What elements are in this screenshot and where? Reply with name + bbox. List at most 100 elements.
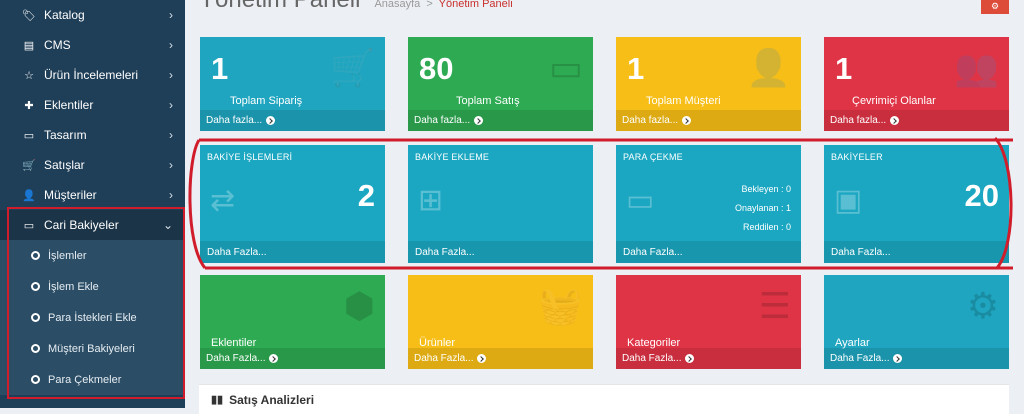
chevron-right-icon: › <box>169 98 173 112</box>
chevron-right-icon: › <box>169 68 173 82</box>
submenu-item-label: Müşteri Bakiyeleri <box>48 342 135 355</box>
credit-card-icon: ▭ <box>626 184 655 217</box>
more-link[interactable]: Daha Fazla... <box>616 348 801 369</box>
sidebar-item-label: CMS <box>44 38 71 52</box>
more-link[interactable]: Daha Fazla... <box>616 241 801 263</box>
sidebar-item-urun-incelemeleri[interactable]: ☆ Ürün İncelemeleri › <box>0 60 185 90</box>
sidebar-item-satislar[interactable]: 🛒 Satışlar › <box>0 150 185 180</box>
book-icon: ▤ <box>23 39 35 52</box>
sidebar-item-katalog[interactable]: 🏷 Katalog › <box>0 0 185 30</box>
basket-icon: 🧺 <box>538 285 583 326</box>
sidebar-item-cms[interactable]: ▤ CMS › <box>0 30 185 60</box>
sidebar: 🏷 Katalog › ▤ CMS › ☆ Ürün İncelemeleri … <box>0 0 185 408</box>
puzzle-icon: ✚ <box>24 99 34 112</box>
star-icon: ☆ <box>24 69 34 82</box>
submenu-item-islem-ekle[interactable]: İşlem Ekle <box>0 271 185 302</box>
widget-title: PARA ÇEKME <box>623 152 683 162</box>
sidebar-item-label: Satışlar <box>44 158 85 172</box>
submenu-item-musteri-bakiyeleri[interactable]: Müşteri Bakiyeleri <box>0 333 185 364</box>
more-link-label: Daha fazla... <box>830 115 887 126</box>
shortcut-ayarlar[interactable]: ⚙ Ayarlar Daha Fazla... <box>824 275 1009 369</box>
widget-title: BAKİYELER <box>831 152 883 162</box>
submenu-item-label: İşlemler <box>48 249 87 262</box>
more-link-label: Daha fazla... <box>622 115 679 126</box>
more-link[interactable]: Daha fazla... <box>616 110 801 131</box>
chevron-down-icon: ⌄ <box>162 218 173 232</box>
user-icon: 👤 <box>22 189 36 202</box>
exchange-icon: ⇄ <box>210 184 236 217</box>
widget-bakiye-islemleri: BAKİYE İŞLEMLERİ ⇄ 2 Daha Fazla... <box>200 145 385 263</box>
sidebar-item-eklentiler[interactable]: ✚ Eklentiler › <box>0 90 185 120</box>
arrow-circle-right-icon <box>682 116 692 125</box>
breadcrumb-separator: > <box>426 0 433 10</box>
submenu-item-islemler[interactable]: İşlemler <box>0 240 185 271</box>
credit-card-icon: ▭ <box>23 219 35 232</box>
list-icon: ☰ <box>758 285 791 326</box>
more-link[interactable]: Daha Fazla... <box>200 241 385 263</box>
users-icon: 👥 <box>954 47 999 88</box>
more-link-label: Daha Fazla... <box>414 353 474 364</box>
widget-value: 20 <box>964 178 999 213</box>
more-link[interactable]: Daha fazla... <box>824 110 1009 131</box>
sidebar-item-label: Tasarım <box>44 128 87 142</box>
more-link[interactable]: Daha fazla... <box>408 110 593 131</box>
stat-box-cevrimici-olanlar: 1 👥 Çevrimiçi Olanlar Daha fazla... <box>824 37 1009 131</box>
more-link[interactable]: Daha fazla... <box>200 110 385 131</box>
power-icon: ⚙ <box>990 1 1000 11</box>
stat-label: Toplam Müşteri <box>646 95 721 107</box>
arrow-circle-right-icon <box>474 116 484 125</box>
chevron-right-icon: › <box>169 128 173 142</box>
submenu-item-label: Para İstekleri Ekle <box>48 311 137 324</box>
stat-value: 1 <box>835 51 853 86</box>
stat-reddilen: Reddilen : 0 <box>742 222 791 232</box>
money-icon: ▣ <box>834 184 863 217</box>
circle-icon <box>31 282 40 291</box>
arrow-circle-right-icon <box>477 354 487 363</box>
more-link[interactable]: Daha Fazla... <box>408 348 593 369</box>
sales-analytics-panel: ▮▮ Satış Analizleri <box>199 384 1009 414</box>
arrow-circle-right-icon <box>266 116 276 125</box>
breadcrumb-home[interactable]: Anasayfa <box>374 0 420 10</box>
more-link-label: Daha Fazla... <box>830 353 890 364</box>
stat-label: Toplam Sipariş <box>230 95 303 107</box>
shortcut-kategoriler[interactable]: ☰ Kategoriler Daha Fazla... <box>616 275 801 369</box>
stat-label: Toplam Satış <box>456 95 520 107</box>
header-action-button[interactable]: ⚙ <box>981 0 1009 14</box>
cubes-icon: ⬢ <box>343 285 375 326</box>
sidebar-item-label: Katalog <box>44 8 85 22</box>
circle-icon <box>31 344 40 353</box>
arrow-circle-right-icon <box>269 354 279 363</box>
submenu-item-label: Para Çekmeler <box>48 373 122 386</box>
widget-title: BAKİYE EKLEME <box>415 152 490 162</box>
sidebar-item-musteriler[interactable]: 👤 Müşteriler › <box>0 180 185 210</box>
desktop-icon: ▭ <box>23 129 35 142</box>
widget-bakiyeler: BAKİYELER ▣ 20 Daha Fazla... <box>824 145 1009 263</box>
chevron-right-icon: › <box>169 188 173 202</box>
circle-icon <box>31 251 40 260</box>
circle-icon <box>31 313 40 322</box>
sidebar-item-label: Ürün İncelemeleri <box>44 68 139 82</box>
sidebar-item-cari-bakiyeler[interactable]: ▭ Cari Bakiyeler ⌄ <box>0 210 185 240</box>
stat-box-toplam-satis: 80 ▭ Toplam Satış Daha fazla... <box>408 37 593 131</box>
submenu-item-para-istekleri-ekle[interactable]: Para İstekleri Ekle <box>0 302 185 333</box>
more-link[interactable]: Daha Fazla... <box>200 348 385 369</box>
widget-title: BAKİYE İŞLEMLERİ <box>207 152 293 162</box>
breadcrumb: Anasayfa > Yönetim Paneli <box>374 0 512 10</box>
shortcut-urunler[interactable]: 🧺 Ürünler Daha Fazla... <box>408 275 593 369</box>
submenu-cari-bakiyeler: İşlemler İşlem Ekle Para İstekleri Ekle … <box>0 240 185 395</box>
circle-icon <box>31 375 40 384</box>
more-link[interactable]: Daha Fazla... <box>824 348 1009 369</box>
more-link[interactable]: Daha Fazla... <box>408 241 593 263</box>
shortcut-eklentiler[interactable]: ⬢ Eklentiler Daha Fazla... <box>200 275 385 369</box>
cart-icon: 🛒 <box>22 159 36 172</box>
sidebar-item-tasarim[interactable]: ▭ Tasarım › <box>0 120 185 150</box>
sidebar-item-label: Eklentiler <box>44 98 94 112</box>
submenu-item-para-cekmeler[interactable]: Para Çekmeler <box>0 364 185 395</box>
widget-para-cekme: PARA ÇEKME ▭ Bekleyen : 0 Onaylanan : 1 … <box>616 145 801 263</box>
stat-value: 80 <box>419 51 454 86</box>
more-link[interactable]: Daha Fazla... <box>824 241 1009 263</box>
arrow-circle-right-icon <box>890 116 900 125</box>
breadcrumb-current: Yönetim Paneli <box>438 0 513 10</box>
page-title: Yönetim Paneli <box>199 0 360 14</box>
stat-bekleyen: Bekleyen : 0 <box>741 184 791 194</box>
